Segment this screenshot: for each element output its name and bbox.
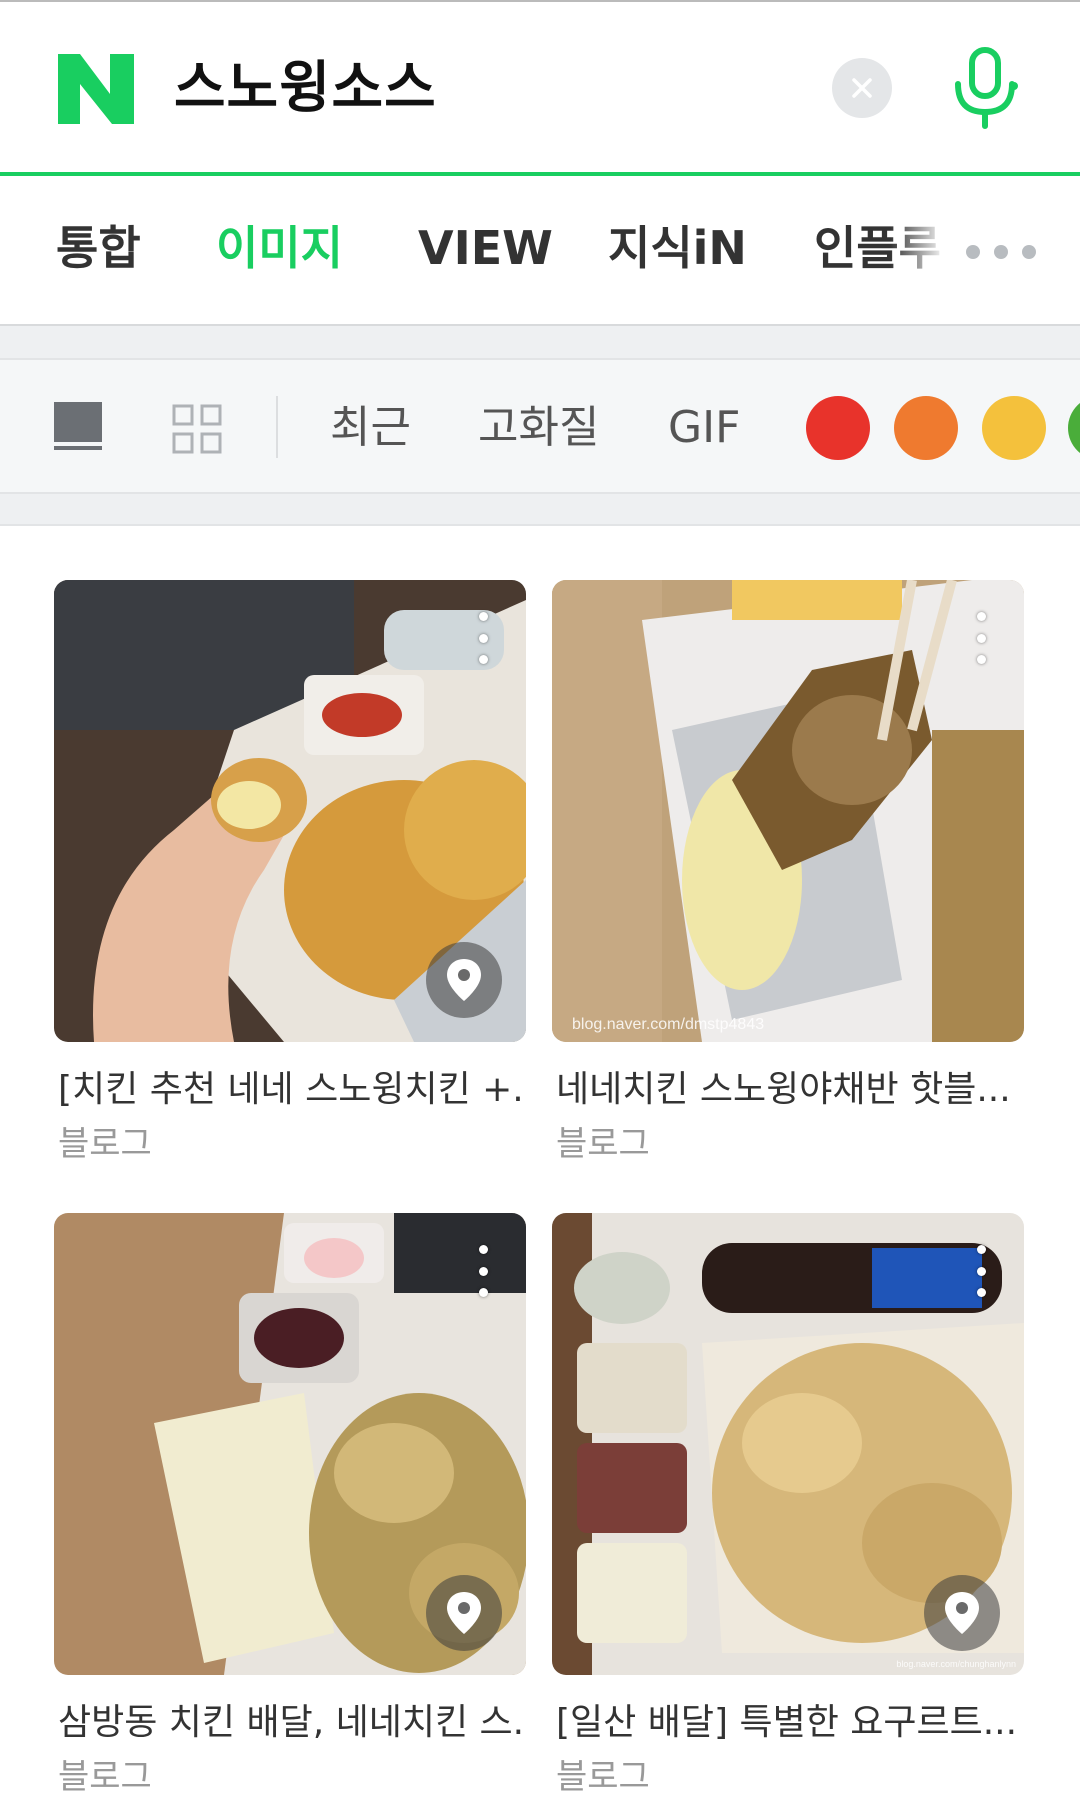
microphone-button[interactable] xyxy=(948,46,1022,130)
section-divider xyxy=(0,324,1080,358)
more-options-icon[interactable] xyxy=(974,612,988,664)
color-filter-orange[interactable] xyxy=(894,396,958,460)
result-title[interactable]: 네네치킨 스노윙야채반 핫블... xyxy=(556,1064,1022,1116)
tab-fade xyxy=(890,196,970,304)
location-pin-icon[interactable] xyxy=(924,1575,1000,1651)
color-filter-green[interactable] xyxy=(1068,396,1080,460)
image-watermark: blog.naver.com/dmstp4843 xyxy=(572,1016,765,1033)
result-thumbnail[interactable]: blog.naver.com/chunghanlynn xyxy=(552,1213,1024,1675)
result-thumbnail[interactable]: blog.naver.com/dmstp4843 xyxy=(552,580,1024,1042)
microphone-icon xyxy=(955,47,1018,129)
section-divider xyxy=(0,494,1080,526)
more-options-icon[interactable] xyxy=(476,1245,490,1297)
result-thumbnail[interactable] xyxy=(54,1213,526,1675)
filter-divider xyxy=(276,396,278,458)
result-source: 블로그 xyxy=(58,1757,152,1797)
result-title[interactable]: 삼방동 치킨 배달, 네네치킨 스... xyxy=(58,1697,524,1749)
tab-knowledge-in[interactable]: 지식iN xyxy=(608,216,747,280)
result-title[interactable]: [일산 배달] 특별한 요구르트... xyxy=(556,1697,1022,1749)
result-title[interactable]: [치킨 추천 네네 스노윙치킨 +... xyxy=(58,1064,524,1116)
clear-button[interactable] xyxy=(832,58,892,118)
tab-images[interactable]: 이미지 xyxy=(216,216,343,280)
image-watermark: blog.naver.com/chunghanlynn xyxy=(896,1659,1016,1669)
search-query[interactable]: 스노윙소스 xyxy=(174,50,437,128)
filter-bar: 최근 고화질 GIF xyxy=(0,358,1080,494)
grid-view-icon[interactable] xyxy=(172,404,222,454)
color-filter-yellow[interactable] xyxy=(982,396,1046,460)
result-source: 블로그 xyxy=(58,1124,152,1164)
tab-view[interactable]: VIEW xyxy=(418,216,553,280)
more-options-icon[interactable] xyxy=(476,612,490,664)
search-tabs: 통합 이미지 VIEW 지식iN 인플루 xyxy=(0,176,1080,324)
location-pin-icon[interactable] xyxy=(426,942,502,1018)
close-icon xyxy=(852,78,872,98)
location-pin-icon[interactable] xyxy=(426,1575,502,1651)
naver-logo-icon[interactable] xyxy=(58,54,134,124)
single-view-icon[interactable] xyxy=(54,402,102,450)
result-source: 블로그 xyxy=(556,1757,650,1797)
filter-recent[interactable]: 최근 xyxy=(330,398,411,458)
result-source: 블로그 xyxy=(556,1124,650,1164)
search-bar: 스노윙소스 xyxy=(0,2,1080,174)
color-filter-red[interactable] xyxy=(806,396,870,460)
more-options-icon[interactable] xyxy=(974,1245,988,1297)
filter-gif[interactable]: GIF xyxy=(668,398,740,458)
tab-all[interactable]: 통합 xyxy=(56,216,141,280)
result-thumbnail[interactable] xyxy=(54,580,526,1042)
filter-high-quality[interactable]: 고화질 xyxy=(478,398,599,458)
more-tabs-icon[interactable] xyxy=(966,242,1050,262)
